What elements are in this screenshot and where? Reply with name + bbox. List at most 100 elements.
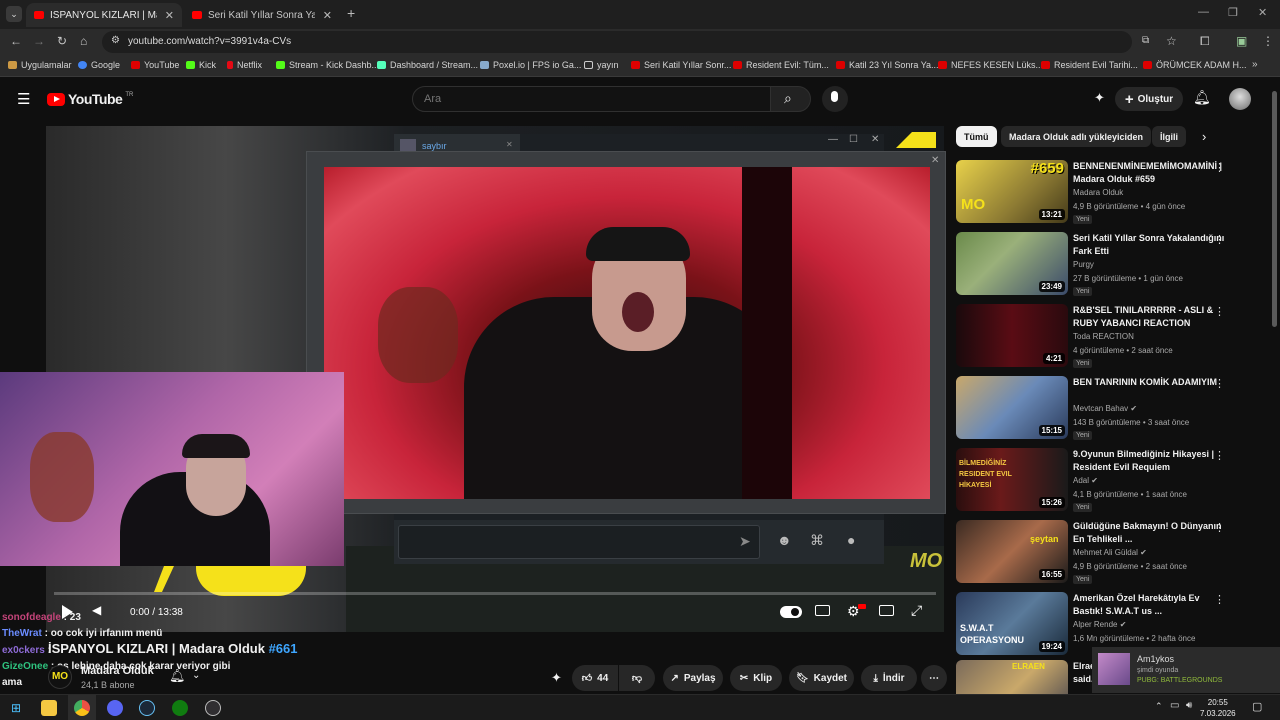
volume-icon[interactable]: ◀ [92, 603, 101, 617]
recommended-video[interactable]: #659 MO 13:21 BENNENENMİNEMEMİMOMAMİNİ |… [956, 160, 1266, 226]
video-thumbnail[interactable]: şeytan 16:55 [956, 520, 1068, 583]
video-title[interactable]: R&B'SEL TINILARRRRR - ASLI & RUBY YABANC… [1073, 304, 1225, 330]
bookmark-google[interactable]: Google [78, 60, 120, 70]
recommended-video[interactable]: 4:21 R&B'SEL TINILARRRRR - ASLI & RUBY Y… [956, 304, 1266, 370]
video-title[interactable]: BENNENENMİNEMEMİMOMAMİNİ | Madara Olduk … [1073, 160, 1225, 186]
more-vertical-icon[interactable]: ⋮ [1214, 161, 1225, 174]
youtube-logo[interactable]: YouTube TR [47, 91, 133, 107]
minimize-icon[interactable]: — [1198, 6, 1209, 18]
video-thumbnail[interactable]: #659 MO 13:21 [956, 160, 1068, 223]
video-channel[interactable]: Madara Olduk [1073, 188, 1123, 197]
bookmark-star-icon[interactable]: ☆ [1166, 34, 1177, 48]
channel-avatar[interactable]: MO [48, 665, 72, 689]
video-title[interactable]: Amerikan Özel Harekâtıyla Ev Bastık! S.W… [1073, 592, 1225, 618]
windows-start-icon[interactable]: ⊞ [11, 701, 21, 715]
search-button[interactable]: ⌕ [770, 86, 811, 112]
channel-name[interactable]: Madara Olduk [81, 665, 154, 677]
install-app-icon[interactable]: ⧉ [1142, 35, 1149, 46]
browser-tab-active[interactable]: İSPANYOL KIZLARI | Madara Ol ✕ [26, 3, 182, 27]
video-channel[interactable]: Toda REACTION [1073, 332, 1134, 341]
more-vertical-icon[interactable]: ⋮ [1214, 449, 1225, 462]
tab-search-icon[interactable]: ⌄ [6, 6, 22, 22]
video-thumbnail[interactable]: BİLMEDİĞİNİZ RESIDENT EVIL HİKAYESİ 15:2… [956, 448, 1068, 511]
discord-icon[interactable] [107, 700, 123, 716]
avatar[interactable] [1229, 88, 1251, 110]
page-scrollbar[interactable] [1272, 91, 1277, 327]
menu-icon[interactable]: ⋮ [1262, 34, 1274, 48]
address-bar[interactable]: ⚙ youtube.com/watch?v=3991v4a-CVs ⧉ ☆ [102, 31, 1177, 53]
close-tab-icon[interactable]: ✕ [323, 9, 332, 22]
video-thumbnail[interactable]: 23:49 [956, 232, 1068, 295]
tray-chevron-icon[interactable]: ⌃ [1155, 701, 1163, 712]
more-vertical-icon[interactable]: ⋮ [1214, 233, 1225, 246]
restore-icon[interactable]: ❐ [1228, 6, 1238, 19]
bookmark-video[interactable]: Katil 23 Yıl Sonra Ya... [836, 60, 939, 70]
video-channel[interactable]: Mevtcan Bahav ✔ [1073, 404, 1137, 413]
notification-center-icon[interactable]: ▢ [1252, 700, 1262, 713]
miniplayer-icon[interactable] [879, 605, 894, 616]
browser-tab[interactable]: Seri Katil Yıllar Sonra Yakalandı ✕ [184, 3, 340, 27]
new-tab-icon[interactable]: + [347, 5, 355, 21]
bookmark-video[interactable]: Seri Katil Yıllar Sonr... [631, 60, 731, 70]
bookmark-video[interactable]: NEFES KESEN Lüks... [938, 60, 1043, 70]
bookmark-video[interactable]: ÖRÜMCEK ADAM H... [1143, 60, 1247, 70]
like-button[interactable]: 👍︎ 44 [572, 665, 618, 691]
more-vertical-icon[interactable]: ⋮ [1214, 521, 1225, 534]
taskbar-clock[interactable]: 20:55 7.03.2026 [1200, 697, 1236, 719]
gaming-icon[interactable]: ✦ [1094, 90, 1105, 106]
video-title[interactable]: 9.Oyunun Bilmediğiniz Hikayesi | Residen… [1073, 448, 1225, 474]
more-actions-button[interactable]: ⋯ [921, 665, 947, 691]
network-icon[interactable]: ▭ [1170, 700, 1179, 711]
subscription-bell-icon[interactable]: 🔔︎ [169, 668, 186, 684]
bookmark-video[interactable]: Resident Evil Tarihi... [1041, 60, 1138, 70]
more-vertical-icon[interactable]: ⋮ [1214, 377, 1225, 390]
site-info-icon[interactable]: ⚙ [111, 35, 120, 46]
close-tab-icon[interactable]: ✕ [165, 9, 174, 22]
recommended-video[interactable]: 15:15 BEN TANRININ KOMİK ADAMIYIM Mevtca… [956, 376, 1266, 442]
video-title[interactable]: Güldüğüne Bakmayın! O Dünyanın En Tehlik… [1073, 520, 1225, 546]
forward-icon[interactable]: → [33, 34, 45, 48]
chip-all[interactable]: Tümü [956, 126, 997, 147]
save-button[interactable]: 🔖︎ Kaydet [789, 665, 854, 691]
video-title[interactable]: Seri Katil Yıllar Sonra Yakalandığını Fa… [1073, 232, 1225, 258]
reload-icon[interactable]: ↻ [57, 34, 67, 48]
chip-from-uploader[interactable]: Madara Olduk adlı yükleyiciden [1001, 126, 1152, 147]
recommended-video[interactable]: BİLMEDİĞİNİZ RESIDENT EVIL HİKAYESİ 15:2… [956, 448, 1266, 514]
autoplay-toggle[interactable] [780, 606, 802, 618]
recommended-video[interactable]: şeytan 16:55 Güldüğüne Bakmayın! O Dünya… [956, 520, 1266, 586]
bookmark-netflix[interactable]: Netflix [227, 60, 262, 70]
chevron-down-icon[interactable]: ⌄ [192, 670, 200, 681]
fullscreen-icon[interactable]: ⤢ [911, 602, 922, 619]
profile-icon[interactable]: ▣ [1236, 34, 1247, 48]
video-channel[interactable]: Adal ✔ [1073, 476, 1098, 485]
bookmark-folder-yayin[interactable]: yayın [584, 60, 619, 70]
extensions-icon[interactable]: ⧠ [1200, 34, 1210, 49]
video-channel[interactable]: Mehmet Ali Güldal ✔ [1073, 548, 1147, 557]
file-explorer-icon[interactable] [41, 700, 57, 716]
close-window-icon[interactable]: ✕ [1258, 6, 1267, 19]
bookmark-video[interactable]: Resident Evil: Tüm... [733, 60, 829, 70]
search-input[interactable] [413, 87, 771, 111]
video-thumbnail[interactable]: ELRAEN [956, 660, 1068, 694]
speaker-icon[interactable]: 🔊︎ [1186, 700, 1192, 711]
bookmark-apps[interactable]: Uygulamalar [8, 60, 72, 70]
download-button[interactable]: ⤓ İndir [861, 665, 917, 691]
more-bookmarks-icon[interactable]: » [1252, 59, 1258, 70]
xbox-icon[interactable] [172, 700, 188, 716]
video-title[interactable]: Elrae... said... [1073, 660, 1103, 686]
chip-related[interactable]: İlgili [1152, 126, 1186, 147]
bookmark-kick[interactable]: Kick [186, 60, 216, 70]
bookmark-poxel[interactable]: Poxel.io | FPS io Ga... [480, 60, 581, 70]
share-button[interactable]: ↗ Paylaş [663, 665, 723, 691]
notifications-bell-icon[interactable]: 🔔︎ [1193, 89, 1211, 106]
chevron-right-icon[interactable]: › [1202, 129, 1206, 144]
video-thumbnail[interactable]: 4:21 [956, 304, 1068, 367]
video-thumbnail[interactable]: S.W.A.T OPERASYONU 19:24 [956, 592, 1068, 655]
sparkle-icon[interactable]: ✦ [551, 670, 562, 686]
bookmark-stream-dashboard[interactable]: Dashboard / Stream... [377, 60, 478, 70]
video-title[interactable]: BEN TANRININ KOMİK ADAMIYIM [1073, 376, 1225, 389]
video-thumbnail[interactable]: 15:15 [956, 376, 1068, 439]
clip-button[interactable]: ✂ Klip [730, 665, 782, 691]
recommended-video[interactable]: 23:49 Seri Katil Yıllar Sonra Yakalandığ… [956, 232, 1266, 298]
more-vertical-icon[interactable]: ⋮ [1214, 593, 1225, 606]
